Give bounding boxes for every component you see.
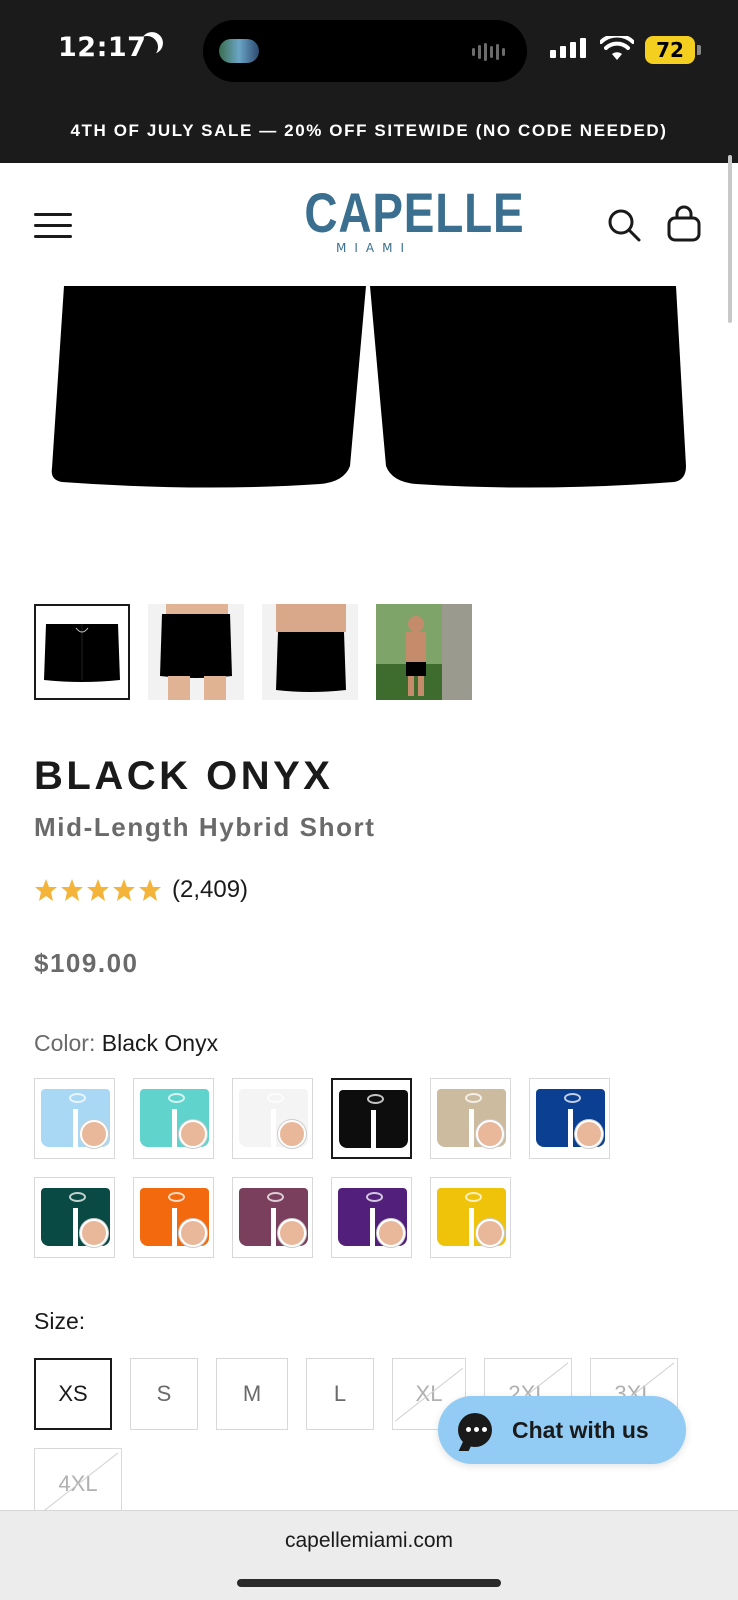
size-option-l[interactable]: L <box>306 1358 374 1430</box>
shorts-photo <box>51 286 686 488</box>
hamburger-menu-icon[interactable] <box>34 211 74 239</box>
color-swatch[interactable] <box>331 1177 412 1258</box>
now-playing-artwork-icon <box>219 39 259 63</box>
star-icon <box>35 879 57 901</box>
rating-count: (2,409) <box>172 876 249 903</box>
wifi-icon <box>600 36 634 60</box>
fabric-zoom-icon <box>179 1120 207 1148</box>
color-swatches <box>34 1078 634 1258</box>
size-option-label: 4XL <box>58 1471 98 1496</box>
url-text: capellemiami.com <box>284 1529 454 1552</box>
size-option-m[interactable]: M <box>216 1358 288 1430</box>
thumbnail-strip <box>34 604 472 700</box>
battery-indicator: 72 <box>645 36 701 64</box>
color-swatch[interactable] <box>34 1177 115 1258</box>
product-price: $109.00 <box>34 948 139 978</box>
fabric-zoom-icon <box>80 1120 108 1148</box>
star-icon <box>139 879 161 901</box>
dynamic-island[interactable] <box>203 20 527 82</box>
color-label-text: Color: <box>34 1030 96 1056</box>
fabric-zoom-icon <box>377 1219 405 1247</box>
product-hero-image[interactable] <box>0 286 738 576</box>
fabric-zoom-icon <box>476 1219 504 1247</box>
chat-with-us-button[interactable]: Chat with us <box>438 1396 686 1464</box>
search-icon[interactable] <box>606 207 642 243</box>
thumbnail-front-flat[interactable] <box>34 604 130 700</box>
star-icon <box>61 879 83 901</box>
color-swatch[interactable] <box>133 1177 214 1258</box>
color-swatch[interactable] <box>430 1177 511 1258</box>
chat-button-label: Chat with us <box>512 1416 649 1443</box>
status-bar: 12:17 72 <box>0 0 738 102</box>
product-title: BLACK ONYX <box>34 754 334 798</box>
star-icon <box>87 879 109 901</box>
product-rating[interactable]: (2,409) <box>34 876 248 904</box>
cellular-signal-icon <box>550 38 586 58</box>
fabric-zoom-icon <box>80 1219 108 1247</box>
browser-address-bar[interactable]: capellemiami.com <box>0 1510 738 1600</box>
color-swatch[interactable] <box>34 1078 115 1159</box>
fabric-zoom-icon <box>278 1120 306 1148</box>
size-option-xs[interactable]: XS <box>34 1358 112 1430</box>
color-swatch[interactable] <box>133 1078 214 1159</box>
fabric-zoom-icon <box>476 1120 504 1148</box>
color-swatch[interactable] <box>232 1177 313 1258</box>
color-swatch[interactable] <box>430 1078 511 1159</box>
size-option-label: XL <box>415 1381 443 1406</box>
promo-banner[interactable]: 4TH OF JULY SALE — 20% OFF SITEWIDE (NO … <box>0 102 738 163</box>
size-option-s[interactable]: S <box>130 1358 198 1430</box>
color-swatch[interactable] <box>529 1078 610 1159</box>
home-indicator[interactable] <box>237 1579 501 1587</box>
color-selected-value: Black Onyx <box>101 1030 219 1056</box>
size-option-label: S <box>156 1381 172 1406</box>
brand-logo[interactable]: CAPELLE MIAMI <box>290 181 525 256</box>
thumbnail-back-model[interactable] <box>262 604 358 700</box>
fabric-zoom-icon <box>179 1219 207 1247</box>
fabric-zoom-icon <box>575 1120 603 1148</box>
product-subtitle: Mid-Length Hybrid Short <box>34 812 376 842</box>
star-icon <box>113 879 135 901</box>
fabric-zoom-icon <box>278 1219 306 1247</box>
logo-wordmark: CAPELLE <box>304 181 525 244</box>
thumbnail-lifestyle[interactable] <box>376 604 472 700</box>
size-option-label: XS <box>58 1381 88 1406</box>
thumbnail-front-model[interactable] <box>148 604 244 700</box>
chat-bubble-icon <box>458 1413 492 1447</box>
site-header: CAPELLE MIAMI <box>0 163 738 286</box>
color-swatch[interactable] <box>232 1078 313 1159</box>
audio-waveform-icon <box>472 43 505 61</box>
size-option-label: M <box>242 1381 262 1406</box>
shopping-bag-icon[interactable] <box>666 205 702 243</box>
status-time: 12:17 <box>58 32 147 63</box>
rating-stars <box>34 878 162 902</box>
swatch-shorts-image <box>339 1090 408 1148</box>
size-option-label: L <box>333 1381 347 1406</box>
color-label: Color: Black Onyx <box>34 1030 218 1057</box>
color-swatch[interactable] <box>331 1078 412 1159</box>
size-label: Size: <box>34 1308 86 1334</box>
